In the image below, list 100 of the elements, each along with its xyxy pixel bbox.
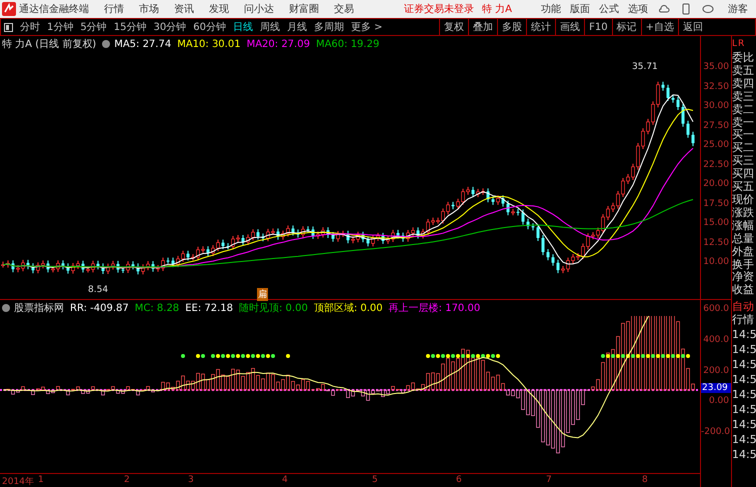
trade-time: 14:5 xyxy=(732,387,756,402)
period-tab[interactable]: 周线 xyxy=(260,20,280,34)
indicator-tick: 200.0 xyxy=(702,366,730,376)
quote-label: 卖四 xyxy=(732,78,755,91)
message-icon[interactable] xyxy=(702,3,714,15)
quote-label: 买五 xyxy=(732,181,755,194)
quote-label: 涨幅 xyxy=(732,220,755,233)
chart-title: 特 力A (日线 前复权) xyxy=(2,38,96,51)
chart-tool-button[interactable]: 标记 xyxy=(612,19,641,35)
ma-value: MA60: 19.29 xyxy=(316,38,380,50)
trade-time: 14:5 xyxy=(732,432,756,448)
low-price-label: 8.54 xyxy=(88,285,108,295)
panel-tab[interactable]: R xyxy=(738,38,744,50)
panel-toggle-icon[interactable] xyxy=(4,22,13,32)
quote-label: 卖三 xyxy=(732,90,755,104)
menu-tool[interactable]: 公式 xyxy=(599,2,620,16)
trade-time: 14:5 xyxy=(732,342,756,358)
trade-time: 14:5 xyxy=(732,372,756,388)
auto-label: 自动 xyxy=(732,301,755,314)
event-marker[interactable]: 扁 xyxy=(257,288,268,301)
trade-time: 14:5 xyxy=(732,327,756,342)
menu-item[interactable]: 发现 xyxy=(209,2,229,16)
quote-label: 买三 xyxy=(732,155,755,168)
chart-tool-button[interactable]: 画线 xyxy=(555,19,584,35)
menu-tool[interactable]: 功能 xyxy=(541,2,562,16)
chart-tool-button[interactable]: 叠加 xyxy=(468,19,498,35)
ticks-label: 行情 xyxy=(732,314,755,328)
price-tick: 15.00 xyxy=(702,218,730,228)
quote-label: 买四 xyxy=(732,168,755,181)
menu-item[interactable]: 市场 xyxy=(139,2,159,16)
price-tick: 12.50 xyxy=(702,238,730,248)
quote-label: 收益 xyxy=(732,284,755,298)
quote-label: 卖一 xyxy=(732,116,755,129)
date-label: 8 xyxy=(642,475,648,485)
quote-label: 外盘 xyxy=(732,246,755,258)
chart-tool-button[interactable]: 统计 xyxy=(526,19,556,35)
price-tick: 22.50 xyxy=(702,160,730,170)
trade-time: 14:5 xyxy=(732,402,756,418)
chart-tool-button[interactable]: F10 xyxy=(584,19,612,35)
settings-icon[interactable] xyxy=(102,40,110,48)
chart-tool-button[interactable]: 返回 xyxy=(678,19,707,35)
trade-time: 14:5 xyxy=(732,357,756,372)
settings-icon[interactable] xyxy=(2,304,10,312)
menu-tool[interactable]: 选项 xyxy=(628,2,648,16)
quote-label: 净资 xyxy=(732,271,755,284)
period-tab[interactable]: 15分钟 xyxy=(114,20,146,34)
indicator-value: MC: 8.28 xyxy=(134,302,180,314)
price-tick: 20.00 xyxy=(702,179,730,189)
phone-icon[interactable] xyxy=(680,3,692,15)
date-label: 3 xyxy=(188,475,194,485)
indicator-value: 随时见顶: 0.00 xyxy=(239,302,308,315)
quote-label: 买二 xyxy=(732,142,755,155)
period-tab[interactable]: 更多 > xyxy=(350,20,383,34)
quote-label: 买一 xyxy=(732,129,755,142)
period-tab[interactable]: 分时 xyxy=(20,20,40,34)
quote-label: 换手 xyxy=(732,258,755,271)
price-tick: 10.00 xyxy=(702,257,730,267)
period-tab[interactable]: 30分钟 xyxy=(153,20,186,34)
date-label: 7 xyxy=(546,475,552,485)
indicator-tick: 400.0 xyxy=(702,334,730,345)
indicator-tick: 0.00 xyxy=(708,396,730,406)
menu-item[interactable]: 问小达 xyxy=(244,2,274,16)
price-tick: 30.00 xyxy=(702,101,730,111)
ma-value: MA10: 30.01 xyxy=(177,38,241,50)
menu-item[interactable]: 行情 xyxy=(104,2,124,16)
indicator-tick: -200.0 xyxy=(701,427,731,437)
quote-label: 卖五 xyxy=(732,64,755,78)
ma-value: MA20: 27.09 xyxy=(246,38,310,50)
chart-tool-button[interactable]: 多股 xyxy=(497,19,526,35)
login-status: 证券交易未登录 xyxy=(404,2,474,16)
indicator-title: 股票指标网 xyxy=(14,302,64,315)
price-tick: 25.00 xyxy=(702,140,730,150)
stock-name: 特 力A xyxy=(482,2,512,16)
period-tab[interactable]: 月线 xyxy=(286,20,307,34)
app-title: 通达信金融终端 xyxy=(19,2,89,16)
date-label: 2014年 xyxy=(2,476,34,487)
user-name[interactable]: 游客 xyxy=(728,2,748,16)
quote-label: 卖二 xyxy=(732,104,755,117)
period-tab[interactable]: 1分钟 xyxy=(47,20,74,34)
trade-time: 14:5 xyxy=(732,447,756,462)
panel-tab[interactable]: L xyxy=(732,38,738,50)
chart-tool-button[interactable]: 复权 xyxy=(439,19,468,35)
chart-tool-button[interactable]: +自选 xyxy=(640,19,678,35)
period-tab[interactable]: 5分钟 xyxy=(80,20,107,34)
cloud-icon[interactable] xyxy=(658,3,670,15)
indicator-value: 再上一层楼: 170.00 xyxy=(388,302,480,315)
period-tab[interactable]: 多周期 xyxy=(314,20,344,34)
period-tab[interactable]: 60分钟 xyxy=(193,20,226,34)
high-price-label: 35.71 xyxy=(632,62,658,72)
price-tick: 35.00 xyxy=(702,62,730,72)
indicator-tick: 600.0 xyxy=(702,304,730,314)
date-label: 5 xyxy=(372,475,378,485)
period-tab[interactable]: 日线 xyxy=(232,20,253,34)
indicator-value: EE: 72.18 xyxy=(185,302,233,314)
ma-value: MA5: 27.74 xyxy=(114,38,172,50)
menu-tool[interactable]: 版面 xyxy=(570,2,590,16)
menu-item[interactable]: 资讯 xyxy=(174,2,194,16)
quote-label: 委比 xyxy=(732,52,755,65)
menu-item[interactable]: 财富圈 xyxy=(289,2,319,16)
menu-item[interactable]: 交易 xyxy=(334,2,354,16)
